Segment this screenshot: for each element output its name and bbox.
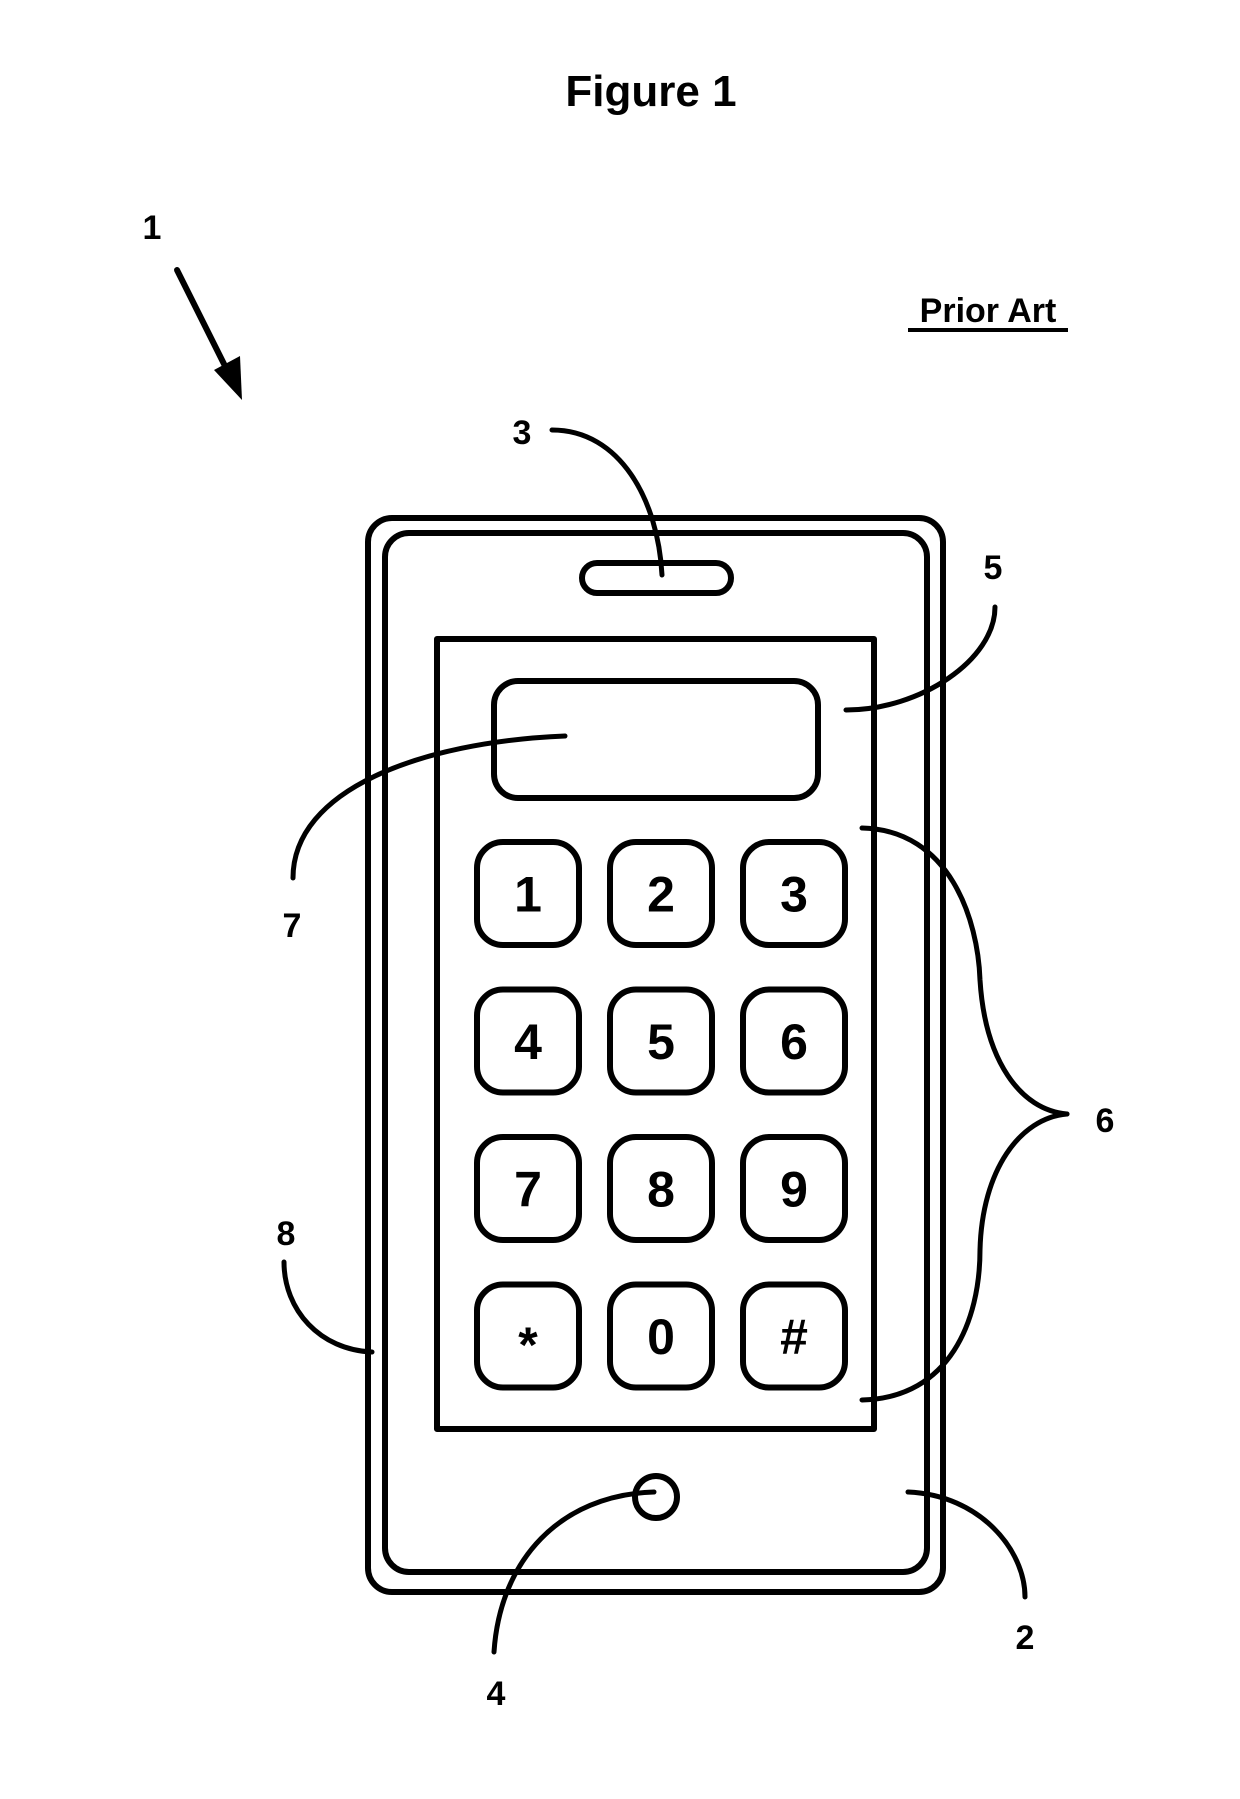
key-label: 3 (780, 867, 808, 923)
leader-line-6-lower (859, 1111, 1070, 1403)
keypad-key[interactable]: # (740, 1281, 848, 1391)
leader-line-6-upper (859, 825, 1070, 1117)
key-label: 6 (780, 1014, 808, 1070)
key-label: 4 (514, 1014, 542, 1070)
keypad-key[interactable]: 8 (607, 1134, 715, 1243)
key-label: 7 (514, 1162, 542, 1218)
home-button[interactable] (632, 1473, 680, 1521)
patent-figure: Figure 1 Prior Art 1 1 2 34 5 67 8 9* 0 # 3 5 7 … (143, 67, 1115, 1713)
key-label: 5 (647, 1014, 675, 1070)
key-label: 0 (647, 1309, 675, 1365)
ref-numeral-4: 4 (487, 1675, 506, 1713)
ref-numeral-7: 7 (283, 907, 302, 945)
key-label: * (518, 1317, 538, 1373)
keypad-key[interactable]: 5 (607, 986, 715, 1096)
key-label: # (780, 1309, 808, 1365)
keypad-key[interactable]: 7 (474, 1134, 582, 1243)
ref-numeral-5: 5 (984, 549, 1003, 587)
key-label: 1 (514, 867, 542, 923)
leader-line-5 (843, 604, 998, 713)
ref-numeral-8: 8 (277, 1215, 296, 1253)
key-label: 2 (647, 867, 675, 923)
keypad-key[interactable]: 3 (740, 839, 848, 948)
ref-numeral-6: 6 (1096, 1102, 1115, 1140)
keypad-key[interactable]: 2 (607, 839, 715, 948)
keypad-key[interactable]: 9 (740, 1134, 848, 1243)
figure-title: Figure 1 (565, 67, 736, 116)
ref-numeral-1: 1 (143, 209, 162, 247)
leader-line-8 (281, 1259, 375, 1355)
leader-line-3 (549, 427, 665, 578)
prior-art-note: Prior Art (908, 292, 1068, 332)
ref-numeral-3: 3 (513, 414, 532, 452)
keypad-key[interactable]: 6 (740, 986, 848, 1096)
speaker-slot (579, 560, 734, 596)
key-label: 9 (780, 1162, 808, 1218)
leader-line-7 (290, 733, 568, 881)
device-arrow-icon (174, 267, 231, 375)
keypad-key[interactable]: 1 (474, 839, 582, 948)
keypad-key[interactable]: 4 (474, 986, 582, 1096)
keypad-key[interactable]: 0 (607, 1281, 715, 1391)
arrowhead-icon (214, 356, 242, 400)
keypad-key[interactable]: * (474, 1281, 582, 1391)
key-label: 8 (647, 1162, 675, 1218)
prior-art-label: Prior Art (920, 292, 1057, 330)
ref-numeral-2: 2 (1016, 1619, 1035, 1657)
keypad: 1 2 3 4 5 6 7 8 9 * 0 # (474, 839, 848, 1391)
